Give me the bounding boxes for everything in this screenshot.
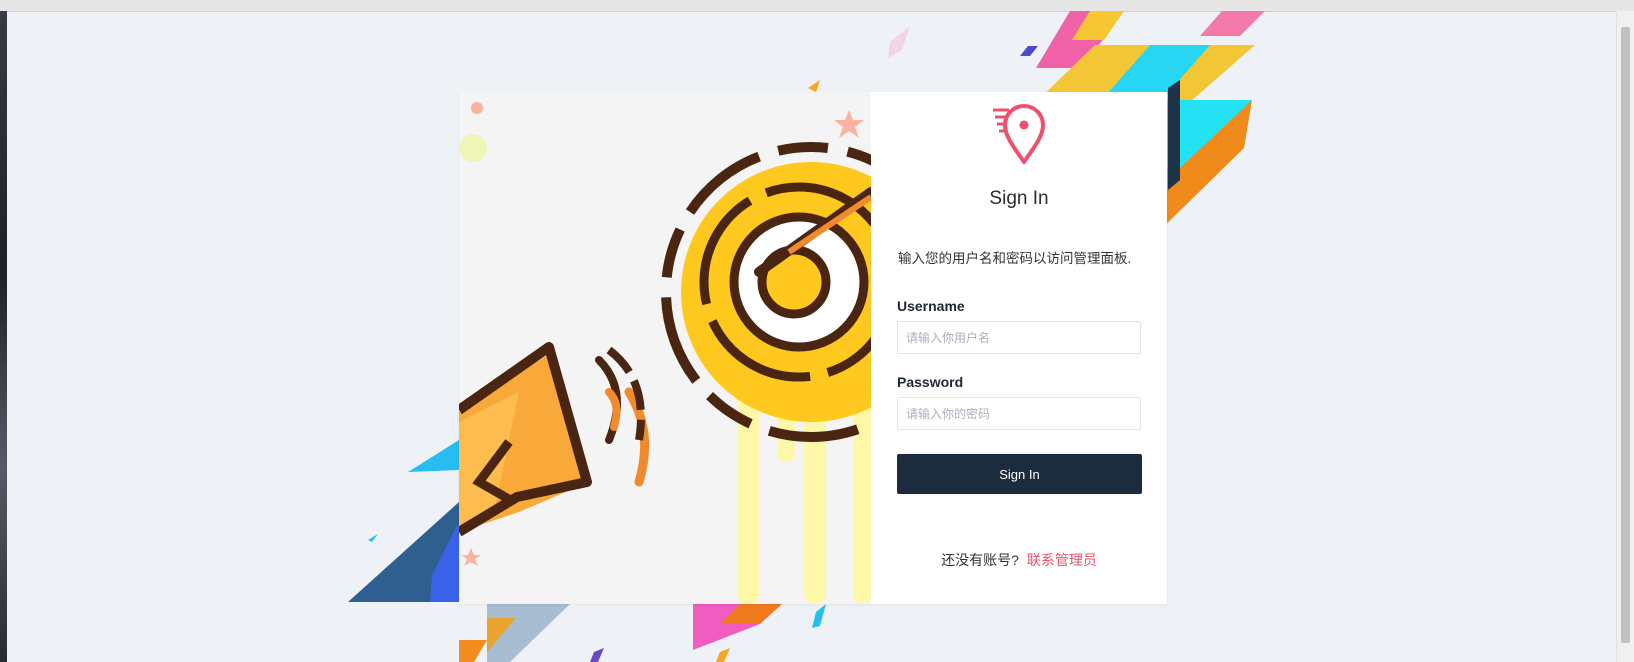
page-title: Sign In: [989, 188, 1049, 209]
username-input[interactable]: [897, 321, 1141, 354]
password-input[interactable]: [897, 397, 1141, 430]
decor-shape: [1200, 11, 1265, 36]
scrollbar-thumb[interactable]: [1621, 27, 1630, 643]
vertical-scrollbar[interactable]: [1616, 11, 1634, 662]
password-label: Password: [897, 374, 964, 390]
sign-in-button[interactable]: Sign In: [897, 454, 1142, 494]
login-form: Sign In 输入您的用户名和密码以访问管理面板. Username Pass…: [871, 92, 1167, 604]
login-instruction: 输入您的用户名和密码以访问管理面板.: [898, 251, 1132, 266]
no-account-text: 还没有账号?: [941, 552, 1019, 568]
decor-shape: [368, 534, 378, 542]
decor-shape: [459, 640, 487, 662]
location-pin-icon: [993, 104, 1045, 164]
decor-shape: [812, 604, 826, 628]
decor-shape: [590, 648, 604, 662]
decor-shape: [1168, 80, 1180, 190]
decor-shape: [716, 648, 730, 662]
decor-shape: [1020, 46, 1038, 56]
contact-admin-link[interactable]: 联系管理员: [1027, 552, 1097, 568]
decor-shape: [888, 26, 910, 58]
decor-shape: [408, 440, 459, 472]
login-card: Sign In 输入您的用户名和密码以访问管理面板. Username Pass…: [459, 92, 1167, 604]
username-label: Username: [897, 298, 965, 314]
target-megaphone-illustration: [459, 92, 871, 604]
decor-shape: [808, 80, 820, 92]
signup-prompt: 还没有账号? 联系管理员: [871, 550, 1167, 570]
